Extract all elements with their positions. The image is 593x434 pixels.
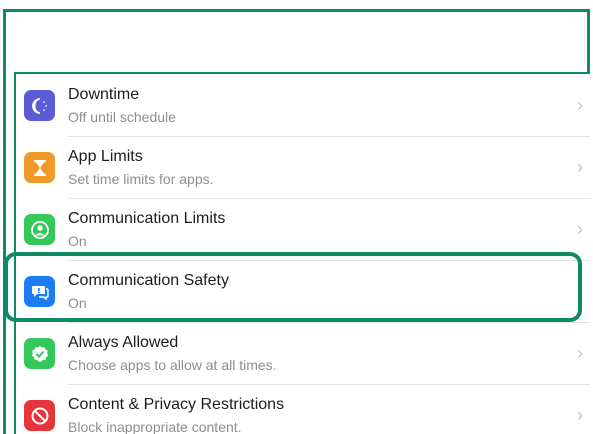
chevron-right-icon: › [577, 157, 583, 177]
hourglass-icon [24, 152, 55, 183]
settings-row-title: Communication Safety [68, 272, 229, 289]
settings-row-subtitle: Block inappropriate content. [68, 419, 242, 434]
settings-row-communication-limits[interactable]: Communication Limits On › [16, 198, 592, 260]
chevron-right-icon: › [577, 343, 583, 363]
settings-row-title: Downtime [68, 86, 140, 103]
settings-row-subtitle: Set time limits for apps. [68, 171, 214, 187]
settings-row-subtitle: Off until schedule [68, 109, 176, 125]
settings-row-subtitle: On [68, 233, 87, 249]
chevron-right-icon: › [577, 95, 583, 115]
settings-row-subtitle: Choose apps to allow at all times. [68, 357, 277, 373]
person-circle-icon [24, 214, 55, 245]
settings-row-downtime[interactable]: Downtime Off until schedule › [16, 74, 592, 136]
downtime-icon [24, 90, 55, 121]
chat-bubble-icon [24, 276, 55, 307]
no-entry-icon [24, 400, 55, 431]
chevron-right-icon: › [577, 405, 583, 425]
screen-time-settings-list: Downtime Off until schedule › App Limits… [14, 72, 590, 434]
settings-row-content-privacy-restrictions[interactable]: Content & Privacy Restrictions Block ina… [16, 384, 592, 434]
settings-row-app-limits[interactable]: App Limits Set time limits for apps. › [16, 136, 592, 198]
settings-row-title: Content & Privacy Restrictions [68, 396, 285, 413]
settings-row-title: App Limits [68, 148, 143, 165]
settings-row-communication-safety[interactable]: Communication Safety On [16, 260, 592, 322]
settings-row-always-allowed[interactable]: Always Allowed Choose apps to allow at a… [16, 322, 592, 384]
chevron-right-icon: › [577, 219, 583, 239]
settings-row-title: Communication Limits [68, 210, 226, 227]
settings-row-title: Always Allowed [68, 334, 179, 351]
checkmark-shield-icon [24, 338, 55, 369]
settings-row-subtitle: On [68, 295, 87, 311]
